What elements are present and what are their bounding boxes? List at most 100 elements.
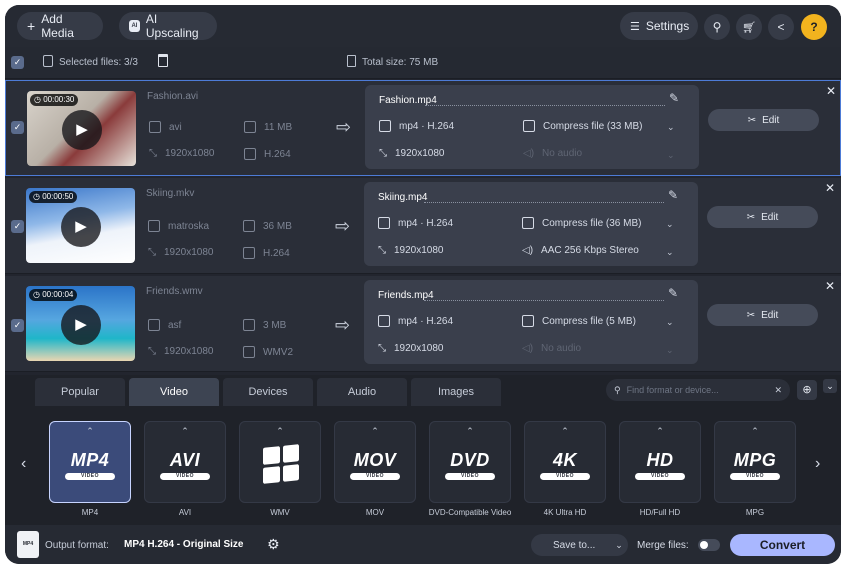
source-container: avi xyxy=(149,121,182,133)
output-format[interactable]: mp4 · H.264 xyxy=(378,217,453,229)
toggle-knob xyxy=(700,541,708,549)
file-row[interactable]: ✓ ◷ 00:00:04 ▶ Friends.wmv asf 3 MB ⤡ 192… xyxy=(5,276,841,372)
chevron-down-icon[interactable]: ⌄ xyxy=(666,219,674,230)
compress-select[interactable]: Compress file (33 MB) xyxy=(523,120,642,132)
ai-upscaling-label: AI Upscaling xyxy=(145,12,199,40)
chevron-up-icon[interactable]: ⌃ xyxy=(240,426,320,437)
chevron-up-icon[interactable]: ⌃ xyxy=(715,426,795,437)
close-icon[interactable]: ✕ xyxy=(826,84,836,98)
audio-select[interactable]: ◁) AAC 256 Kbps Stereo xyxy=(522,245,639,256)
chevron-up-icon[interactable]: ⌃ xyxy=(145,426,225,437)
output-format[interactable]: mp4 · H.264 xyxy=(379,120,454,132)
edit-button[interactable]: ✂ Edit xyxy=(708,109,819,131)
format-tile-4k[interactable]: ⌃ 4K VIDEO xyxy=(524,421,606,503)
add-format-button[interactable]: ⊕ xyxy=(797,380,817,400)
convert-button[interactable]: Convert xyxy=(730,534,835,556)
format-tile-avi[interactable]: ⌃ AVI VIDEO xyxy=(144,421,226,503)
chevron-up-icon[interactable]: ⌃ xyxy=(335,426,415,437)
source-size: 11 MB xyxy=(244,121,292,133)
source-resolution: ⤡ 1920x1080 xyxy=(149,148,215,159)
pencil-icon[interactable]: ✎ xyxy=(669,91,679,105)
tab-popular[interactable]: Popular xyxy=(35,378,125,406)
add-media-button[interactable]: + Add Media xyxy=(17,12,103,40)
output-format-value[interactable]: MP4 H.264 - Original Size xyxy=(124,539,243,550)
search-input[interactable]: Find format or device... xyxy=(627,385,769,395)
video-thumbnail[interactable]: ◷ 00:00:50 ▶ xyxy=(26,188,135,263)
format-label: 4K Ultra HD xyxy=(543,508,587,517)
close-icon[interactable]: ✕ xyxy=(825,279,835,293)
file-checkbox[interactable]: ✓ xyxy=(11,319,24,332)
chevron-down-icon[interactable]: ⌄ xyxy=(666,317,674,328)
format-label: MPG xyxy=(745,508,765,517)
edit-button[interactable]: ✂ Edit xyxy=(707,304,818,326)
speaker-icon: ◁) xyxy=(522,343,534,354)
tab-video[interactable]: Video xyxy=(129,378,219,406)
tab-audio[interactable]: Audio xyxy=(317,378,407,406)
share-button[interactable]: < xyxy=(768,14,794,40)
close-icon[interactable]: ✕ xyxy=(825,181,835,195)
file-row[interactable]: ✓ ◷ 00:00:30 ▶ Fashion.avi avi 11 MB ⤡ 19… xyxy=(5,80,841,176)
source-filename: Skiing.mkv xyxy=(146,188,195,199)
hd-logo: HD VIDEO xyxy=(620,450,700,480)
file-checkbox[interactable]: ✓ xyxy=(11,121,24,134)
format-label: AVI xyxy=(178,508,192,517)
output-filename[interactable]: Skiing.mp4 xyxy=(378,192,427,203)
chevron-left-icon[interactable]: ‹ xyxy=(21,455,26,473)
container-icon xyxy=(378,315,390,327)
tab-images[interactable]: Images xyxy=(411,378,501,406)
output-settings: Friends.mp4 ✎ mp4 · H.264 Compress file … xyxy=(364,280,698,364)
compress-select[interactable]: Compress file (36 MB) xyxy=(522,217,641,229)
merge-files-toggle[interactable] xyxy=(698,539,720,551)
format-tile-mp4[interactable]: ⌃ MP4 VIDEO xyxy=(49,421,131,503)
chevron-up-icon[interactable]: ⌃ xyxy=(430,426,510,437)
resize-icon: ⤡ xyxy=(379,148,387,159)
tab-devices[interactable]: Devices xyxy=(223,378,313,406)
edit-button[interactable]: ✂ Edit xyxy=(707,206,818,228)
4k-logo: 4K VIDEO xyxy=(525,450,605,480)
format-tile-mpg[interactable]: ⌃ MPG VIDEO xyxy=(714,421,796,503)
collapse-panel-button[interactable]: ⌄ xyxy=(823,379,837,393)
selection-bar: ✓ Selected files: 3/3 Total size: 75 MB xyxy=(5,47,841,79)
format-tile-dvd[interactable]: ⌃ DVD VIDEO xyxy=(429,421,511,503)
chevron-up-icon[interactable]: ⌃ xyxy=(525,426,605,437)
save-to-button[interactable]: Save to... ⌄ xyxy=(531,534,628,556)
video-thumbnail[interactable]: ◷ 00:00:30 ▶ xyxy=(27,91,136,166)
format-tile-mov[interactable]: ⌃ MOV VIDEO xyxy=(334,421,416,503)
trash-icon[interactable] xyxy=(158,54,168,67)
format-tile-wmv[interactable]: ⌃ xyxy=(239,421,321,503)
search-button[interactable]: ⚲ xyxy=(704,14,730,40)
clear-icon[interactable]: ✕ xyxy=(774,385,782,396)
search-icon: ⚲ xyxy=(712,20,722,34)
play-icon[interactable]: ▶ xyxy=(61,305,101,345)
format-tile-hd[interactable]: ⌃ HD VIDEO xyxy=(619,421,701,503)
gear-icon[interactable]: ⚙ xyxy=(267,536,280,553)
chevron-right-icon[interactable]: › xyxy=(815,455,820,473)
chevron-up-icon[interactable]: ⌃ xyxy=(620,426,700,437)
cart-button[interactable]: 🛒︎ xyxy=(736,14,762,40)
output-resolution: ⤡ 1920x1080 xyxy=(378,343,444,354)
chevron-down-icon[interactable]: ⌄ xyxy=(667,122,675,133)
select-all-checkbox[interactable]: ✓ xyxy=(11,56,24,69)
play-icon[interactable]: ▶ xyxy=(61,207,101,247)
video-thumbnail[interactable]: ◷ 00:00:04 ▶ xyxy=(26,286,135,361)
file-row[interactable]: ✓ ◷ 00:00:50 ▶ Skiing.mkv matroska 36 MB… xyxy=(5,178,841,274)
chevron-down-icon[interactable]: ⌄ xyxy=(666,247,674,258)
compress-select[interactable]: Compress file (5 MB) xyxy=(522,315,636,327)
source-codec: H.264 xyxy=(244,148,291,160)
file-checkbox[interactable]: ✓ xyxy=(11,220,24,233)
ai-upscaling-button[interactable]: AI AI Upscaling xyxy=(119,12,217,40)
output-format-label: Output format: xyxy=(45,540,109,551)
format-search[interactable]: ⚲ Find format or device... ✕ xyxy=(606,379,790,401)
compress-icon xyxy=(522,217,534,229)
pencil-icon[interactable]: ✎ xyxy=(668,188,678,202)
chevron-down-icon[interactable]: ⌄ xyxy=(615,540,623,551)
output-format[interactable]: mp4 · H.264 xyxy=(378,315,453,327)
chevron-up-icon[interactable]: ⌃ xyxy=(50,426,130,437)
pencil-icon[interactable]: ✎ xyxy=(668,286,678,300)
help-icon: ? xyxy=(810,20,818,34)
play-icon[interactable]: ▶ xyxy=(62,110,102,150)
audio-select: ◁) No audio xyxy=(522,343,582,354)
help-button[interactable]: ? xyxy=(801,14,827,40)
settings-button[interactable]: ☰ Settings xyxy=(620,12,698,40)
output-format-badge: MP4 xyxy=(17,531,39,558)
